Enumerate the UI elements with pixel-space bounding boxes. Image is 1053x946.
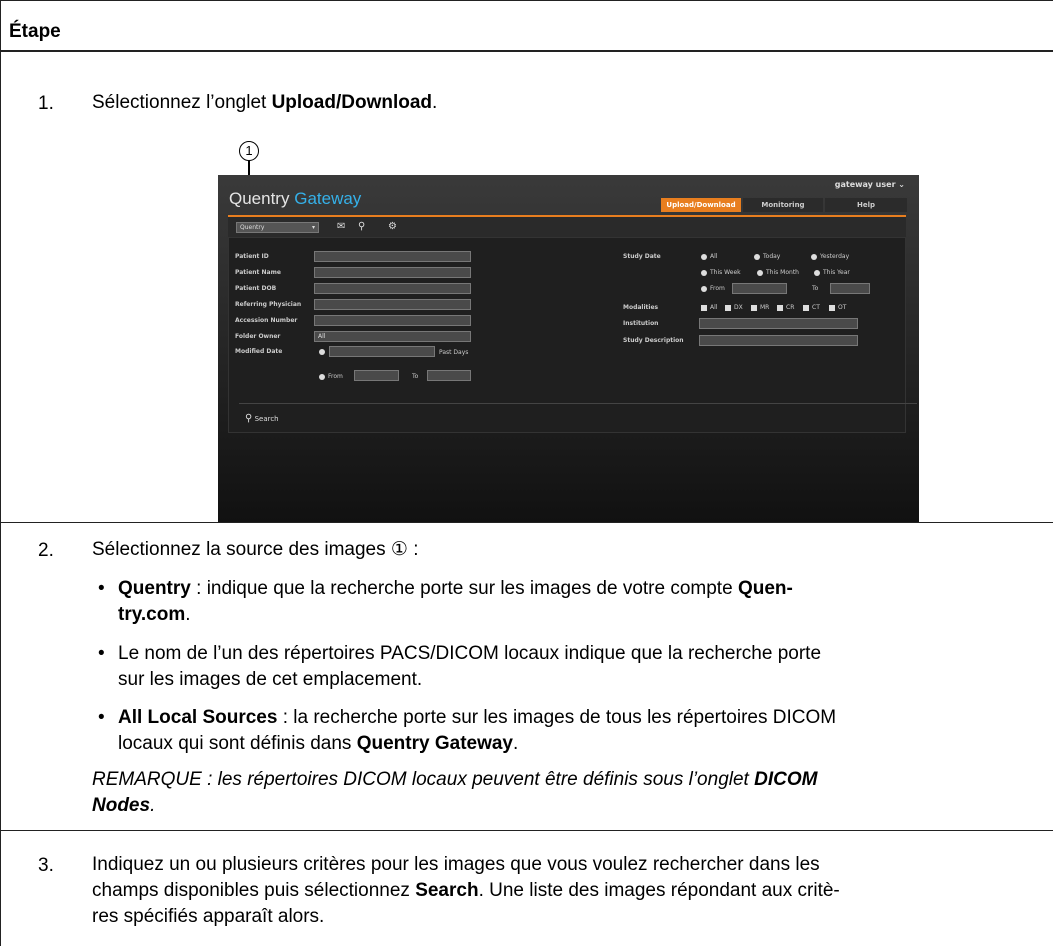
search-settings-icon[interactable]: ⚙ — [388, 221, 397, 233]
toolbar: Quentry ✉ ⚲ ⚙ — [228, 215, 906, 237]
past-days-input[interactable] — [329, 346, 435, 357]
institution-input[interactable] — [699, 318, 858, 329]
radio-yesterday[interactable]: Yesterday — [811, 253, 849, 260]
checkbox-all[interactable]: All — [701, 304, 717, 311]
search-star-icon[interactable]: ⚲ — [358, 221, 365, 233]
tab-help[interactable]: Help — [825, 198, 907, 212]
study-from-input[interactable] — [732, 283, 787, 294]
checkbox-mr[interactable]: MR — [751, 304, 769, 311]
app-screenshot: gateway user ⌄ Quentry Gateway Upload/Do… — [218, 175, 919, 522]
step-text: Indiquez un ou plusieurs critères pour l… — [92, 854, 840, 927]
user-menu[interactable]: gateway user ⌄ — [835, 180, 905, 189]
mail-icon[interactable]: ✉ — [337, 221, 345, 233]
label-patient-dob: Patient DOB — [235, 285, 277, 292]
label-folder-owner: Folder Owner — [235, 333, 281, 340]
label-referring-physician: Referring Physician — [235, 301, 302, 308]
bullet-item: Quentry : indique que la recherche porte… — [98, 576, 1043, 628]
radio-this-year[interactable]: This Year — [814, 269, 850, 276]
checkbox-dx[interactable]: DX — [725, 304, 743, 311]
checkbox-cr[interactable]: CR — [777, 304, 794, 311]
label-patient-id: Patient ID — [235, 253, 269, 260]
label-study-date: Study Date — [623, 253, 661, 260]
step-row-3: 3. Indiquez un ou plusieurs critères pou… — [1, 831, 1053, 946]
bullet-item: Le nom de l’un des répertoires PACS/DICO… — [98, 641, 1043, 693]
patient-name-input[interactable] — [314, 267, 471, 278]
app-logo: Quentry Gateway — [229, 189, 362, 208]
accession-number-input[interactable] — [314, 315, 471, 326]
to-date-input[interactable] — [427, 370, 471, 381]
step-text: Sélectionnez la source des images ① : — [92, 539, 419, 560]
label-modified-date: Modified Date — [235, 348, 283, 355]
step-number: 3. — [38, 855, 54, 876]
radio-all[interactable]: All — [701, 253, 717, 260]
step-row-2: 2. Sélectionnez la source des images ① :… — [1, 523, 1053, 831]
source-select[interactable]: Quentry — [236, 222, 319, 233]
study-description-input[interactable] — [699, 335, 858, 346]
radio-past-days[interactable] — [319, 348, 328, 355]
patient-dob-input[interactable] — [314, 283, 471, 294]
past-days-label: Past Days — [439, 349, 469, 356]
search-footer: ⚲ Search — [239, 403, 917, 431]
radio-from[interactable]: From — [319, 373, 343, 380]
remark-note: REMARQUE : les répertoires DICOM locaux … — [92, 769, 818, 816]
label-study-description: Study Description — [623, 337, 684, 344]
checkbox-ct[interactable]: CT — [803, 304, 820, 311]
label-accession-number: Accession Number — [235, 317, 298, 324]
tab-upload-download[interactable]: Upload/Download — [661, 198, 741, 212]
table-header: Étape — [1, 0, 1053, 52]
checkbox-ot[interactable]: OT — [829, 304, 846, 311]
patient-id-input[interactable] — [314, 251, 471, 262]
bullet-item: All Local Sources : la recherche porte s… — [98, 705, 1043, 757]
step-number: 1. — [38, 93, 54, 114]
study-to-input[interactable] — [830, 283, 870, 294]
header-title: Étape — [9, 21, 61, 42]
search-icon: ⚲ — [245, 413, 253, 424]
step-number: 2. — [38, 540, 54, 561]
search-panel: Patient ID Patient Name Patient DOB Refe… — [228, 237, 917, 433]
radio-this-week[interactable]: This Week — [701, 269, 741, 276]
radio-from-study[interactable]: From — [701, 285, 725, 292]
tab-monitoring[interactable]: Monitoring — [743, 198, 823, 212]
radio-today[interactable]: Today — [754, 253, 780, 260]
label-modalities: Modalities — [623, 304, 659, 311]
search-button[interactable]: ⚲ Search — [245, 413, 279, 424]
referring-physician-input[interactable] — [314, 299, 471, 310]
label-patient-name: Patient Name — [235, 269, 281, 276]
to-label: To — [412, 373, 419, 380]
folder-owner-select[interactable]: All — [314, 331, 471, 342]
from-date-input[interactable] — [354, 370, 399, 381]
step-text: Sélectionnez l’onglet Upload/Download. — [92, 92, 438, 113]
radio-this-month[interactable]: This Month — [757, 269, 799, 276]
study-to-label: To — [812, 285, 819, 292]
callout-marker: 1 — [239, 141, 259, 161]
label-institution: Institution — [623, 320, 659, 327]
